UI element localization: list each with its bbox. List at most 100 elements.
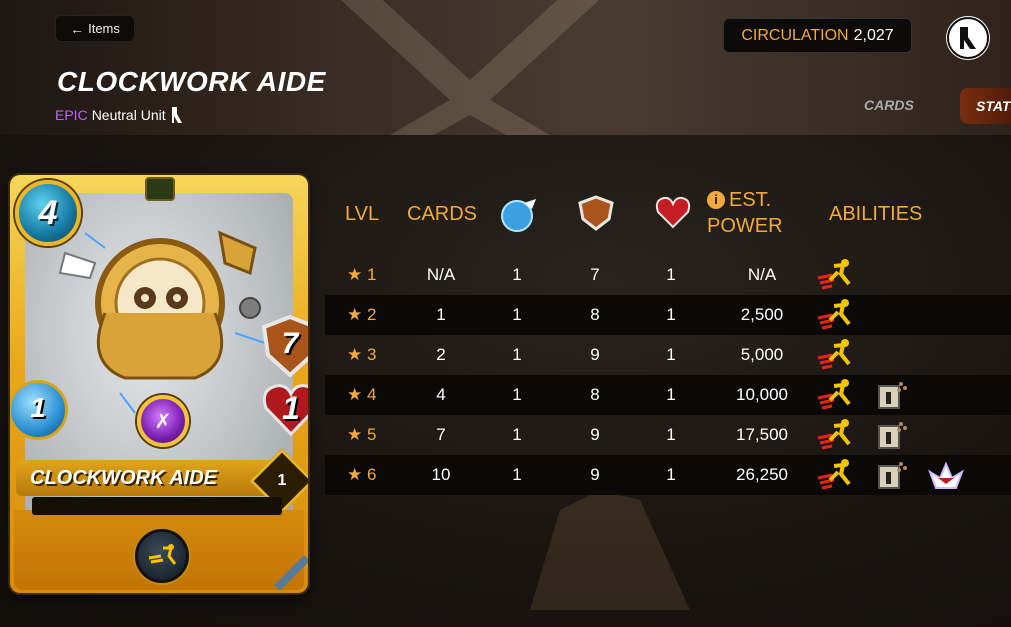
row-power: N/A [747, 265, 777, 284]
row-cards: 10 [431, 465, 451, 484]
row-armor: 8 [590, 385, 600, 404]
row-cards: N/A [426, 265, 456, 284]
row-level: ★ 3 [347, 345, 377, 364]
speed-value: 1 [30, 392, 46, 423]
swiftness-ability-icon [135, 529, 189, 583]
row-health: 1 [666, 425, 676, 444]
swiftness-icon[interactable] [816, 258, 852, 292]
row-level: ★ 6 [347, 465, 377, 484]
table-row: ★ 2 1 1 8 1 2,500 [325, 295, 1011, 335]
row-speed: 1 [512, 345, 522, 364]
crossed-swords-watermark-icon [340, 0, 600, 135]
speed-icon [500, 195, 538, 233]
row-level: ★ 5 [347, 425, 377, 444]
info-icon[interactable]: i [707, 191, 725, 209]
row-health: 1 [666, 385, 676, 404]
table-body: ★ 1 N/A 1 7 1 N/A ★ 2 1 1 8 1 2,500 ★ 3 2 1 9 1 5,000 ★ 4 4… [325, 255, 1011, 495]
rarity-label: EPIC [55, 107, 88, 123]
power-header-line2: POWER [707, 215, 783, 237]
column-header-lvl: LVL [345, 203, 380, 225]
row-level: ★ 2 [347, 305, 377, 324]
table-row: ★ 1 N/A 1 7 1 N/A [325, 255, 1011, 295]
mana-value: 4 [38, 193, 58, 232]
health-value: 1 [282, 390, 300, 426]
unit-type-label: Neutral Unit [91, 107, 166, 123]
tab-stats[interactable]: STATS [960, 88, 1011, 124]
card-name-bar: CLOCKWORK AIDE [16, 460, 278, 496]
row-armor: 7 [590, 265, 600, 284]
row-speed: 1 [512, 465, 522, 484]
row-speed: 1 [512, 425, 522, 444]
chain-icon [274, 555, 308, 591]
crossed-swords-emblem-icon: ✗ [137, 395, 189, 447]
row-speed: 1 [512, 385, 522, 404]
row-speed: 1 [512, 305, 522, 324]
divine-shield-icon[interactable] [926, 458, 964, 492]
row-armor: 9 [590, 465, 600, 484]
row-power: 5,000 [740, 345, 784, 364]
row-armor: 9 [590, 345, 600, 364]
table-row: ★ 6 10 1 9 1 26,250 [325, 455, 1011, 495]
swiftness-icon[interactable] [816, 418, 852, 452]
row-power: 17,500 [736, 425, 788, 444]
row-speed: 1 [512, 265, 522, 284]
row-cards: 2 [436, 345, 446, 364]
row-cards: 7 [436, 425, 446, 444]
row-abilities [811, 335, 1001, 375]
table-row: ★ 5 7 1 9 1 17,500 [325, 415, 1011, 455]
row-abilities [811, 295, 1001, 335]
armor-value: 7 [281, 327, 299, 360]
row-power: 26,250 [736, 465, 788, 484]
edition-logo-icon [960, 27, 976, 49]
swiftness-icon[interactable] [816, 378, 852, 412]
card-subtitle: EPIC Neutral Unit [55, 106, 184, 124]
health-stat: 1 [262, 380, 308, 438]
card-description-bar [32, 497, 282, 515]
back-label: Items [88, 21, 120, 36]
circulation-badge: CIRCULATION 2,027 [723, 18, 912, 53]
repair-icon[interactable] [873, 458, 909, 492]
back-button[interactable]: ← Items [55, 15, 135, 42]
swiftness-icon[interactable] [816, 458, 852, 492]
swiftness-icon[interactable] [816, 298, 852, 332]
health-icon [655, 195, 691, 229]
circulation-value: 2,027 [853, 26, 894, 44]
neutral-splinter-icon [145, 177, 175, 201]
edition-logo-icon [171, 107, 182, 123]
column-header-power: i EST. POWER [707, 187, 817, 239]
circulation-label: CIRCULATION [741, 26, 849, 44]
tab-cards[interactable]: CARDS [864, 97, 914, 113]
page-header: ← Items CLOCKWORK AIDE EPIC Neutral Unit… [0, 0, 1011, 135]
card-image: 4 7 1 1 ✗ CLOCKWORK AIDE 1 [10, 175, 308, 593]
armor-stat: 7 [261, 314, 308, 378]
row-cards: 4 [436, 385, 446, 404]
repair-icon[interactable] [873, 378, 909, 412]
mana-orb: 4 [15, 180, 81, 246]
row-abilities [811, 455, 1001, 495]
row-abilities [811, 415, 1001, 455]
arrow-left-icon: ← [70, 20, 85, 37]
armor-icon [578, 195, 614, 231]
repair-icon[interactable] [873, 418, 909, 452]
column-header-abilities: ABILITIES [829, 203, 923, 225]
speed-stat: 1 [10, 380, 68, 440]
row-armor: 9 [590, 425, 600, 444]
table-row: ★ 3 2 1 9 1 5,000 [325, 335, 1011, 375]
column-header-cards: CARDS [407, 203, 478, 225]
page-title: CLOCKWORK AIDE [57, 66, 326, 97]
table-row: ★ 4 4 1 8 1 10,000 [325, 375, 1011, 415]
row-power: 10,000 [736, 385, 788, 404]
level-stats-table: LVL CARDS i EST. POWER ABILITIES ★ 1 N/A 1 7… [325, 185, 1011, 495]
row-level: ★ 1 [347, 265, 377, 284]
swiftness-icon[interactable] [816, 338, 852, 372]
table-header: LVL CARDS i EST. POWER ABILITIES [325, 185, 1011, 255]
row-health: 1 [666, 345, 676, 364]
card-name: CLOCKWORK AIDE [30, 466, 218, 489]
row-cards: 1 [436, 305, 446, 324]
row-level: ★ 4 [347, 385, 377, 404]
row-health: 1 [666, 305, 676, 324]
row-health: 1 [666, 465, 676, 484]
edition-badge-icon[interactable] [947, 17, 989, 59]
row-armor: 8 [590, 305, 600, 324]
row-abilities [811, 375, 1001, 415]
